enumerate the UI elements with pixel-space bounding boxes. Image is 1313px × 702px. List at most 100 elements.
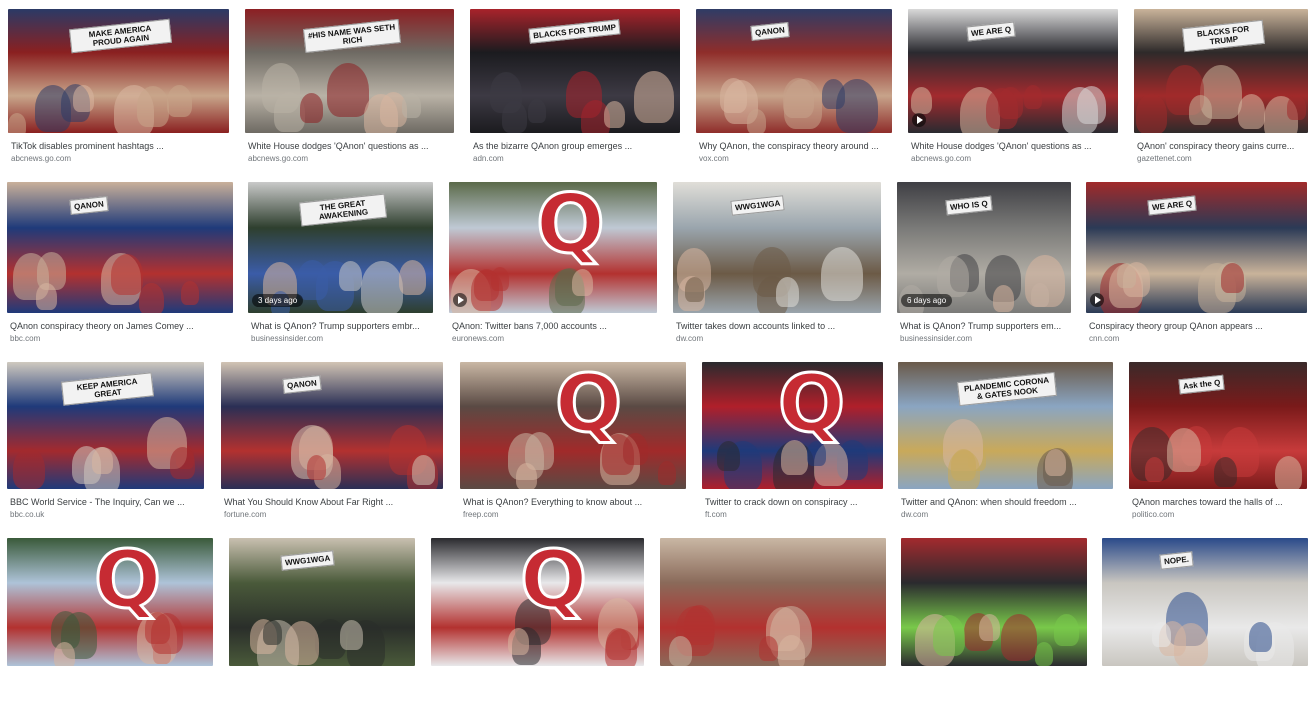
result-thumbnail[interactable]: WE ARE Q xyxy=(1086,182,1307,313)
image-result-tile[interactable]: WE ARE Q White House dodges 'QAnon' quest… xyxy=(908,9,1118,169)
image-result-tile[interactable]: NOPE. xyxy=(1102,538,1308,702)
result-title-link[interactable]: QAnon' conspiracy theory gains curre... xyxy=(1137,141,1307,151)
q-sign: Q xyxy=(518,538,588,626)
result-title-link[interactable]: Why QAnon, the conspiracy theory around … xyxy=(699,141,891,151)
image-result-tile[interactable]: WWG1WGA xyxy=(229,538,415,702)
crowd-shape xyxy=(566,71,602,119)
image-result-tile[interactable]: QANON QAnon conspiracy theory on James Co… xyxy=(7,182,233,349)
protest-sign: Ask the Q xyxy=(1178,374,1226,395)
image-result-tile[interactable]: KEEP AMERICA GREAT BBC World Service - Th… xyxy=(7,362,204,525)
q-sign: Q xyxy=(535,182,607,272)
result-title-link[interactable]: BBC World Service - The Inquiry, Can we … xyxy=(10,497,203,507)
result-title-link[interactable]: As the bizarre QAnon group emerges ... xyxy=(473,141,679,151)
result-thumbnail[interactable]: Ask the Q xyxy=(1129,362,1307,489)
result-thumbnail[interactable]: #HIS NAME WAS SETH RICH xyxy=(245,9,454,133)
result-thumbnail[interactable]: BLACKS FOR TRUMP xyxy=(470,9,680,133)
result-source-domain: adn.com xyxy=(473,154,504,163)
image-result-tile[interactable]: Q Twitter to crack down on conspiracy ...… xyxy=(702,362,883,525)
crowd-shape xyxy=(669,635,692,666)
result-thumbnail[interactable]: Q xyxy=(449,182,657,313)
result-source-domain: businessinsider.com xyxy=(900,334,973,343)
result-title-link[interactable]: White House dodges 'QAnon' questions as … xyxy=(248,141,453,151)
result-thumbnail[interactable]: Q xyxy=(702,362,883,489)
crowd-shape xyxy=(327,62,369,118)
image-result-tile[interactable]: THE GREAT AWAKENING 3 days ago What is QAn… xyxy=(248,182,433,349)
result-thumbnail[interactable]: WHO IS Q 6 days ago xyxy=(897,182,1071,313)
crowd-shape xyxy=(412,454,435,485)
result-title-link[interactable]: Conspiracy theory group QAnon appears ..… xyxy=(1089,321,1306,331)
result-thumbnail[interactable]: THE GREAT AWAKENING 3 days ago xyxy=(248,182,433,313)
result-thumbnail[interactable]: KEEP AMERICA GREAT xyxy=(7,362,204,489)
result-thumbnail[interactable]: WE ARE Q xyxy=(908,9,1118,133)
crowd-shape xyxy=(1221,262,1244,293)
result-thumbnail[interactable] xyxy=(901,538,1087,666)
result-thumbnail[interactable]: QANON xyxy=(7,182,233,313)
result-thumbnail[interactable]: WWG1WGA xyxy=(673,182,881,313)
result-thumbnail[interactable]: WWG1WGA xyxy=(229,538,415,666)
result-title-link[interactable]: Twitter to crack down on conspiracy ... xyxy=(705,497,882,507)
image-result-tile[interactable]: MAKE AMERICA PROUD AGAIN TikTok disables … xyxy=(8,9,229,169)
image-result-tile[interactable]: Q What is QAnon? Everything to know about… xyxy=(460,362,686,525)
result-source-domain: dw.com xyxy=(676,334,704,343)
result-title-link[interactable]: TikTok disables prominent hashtags ... xyxy=(11,141,228,151)
image-result-tile[interactable]: WHO IS Q 6 days ago What is QAnon? Trump s… xyxy=(897,182,1071,349)
crowd-shape xyxy=(821,246,863,302)
result-source-domain: freep.com xyxy=(463,510,499,519)
result-title-link[interactable]: Twitter takes down accounts linked to ..… xyxy=(676,321,880,331)
result-title-link[interactable]: What is QAnon? Trump supporters embr... xyxy=(251,321,432,331)
result-thumbnail[interactable]: Q xyxy=(7,538,213,666)
protest-sign: WWG1WGA xyxy=(280,550,335,571)
crowd-shape xyxy=(399,260,426,296)
protest-sign: NOPE. xyxy=(1159,551,1194,570)
result-title-link[interactable]: White House dodges 'QAnon' questions as … xyxy=(911,141,1117,151)
crowd-shape xyxy=(1035,642,1053,666)
crowd-shape xyxy=(13,447,45,489)
image-result-tile[interactable]: BLACKS FOR TRUMP QAnon' conspiracy theory… xyxy=(1134,9,1308,169)
result-title-link[interactable]: QAnon: Twitter bans 7,000 accounts ... xyxy=(452,321,656,331)
image-result-tile[interactable] xyxy=(901,538,1087,702)
result-title-link[interactable]: Twitter and QAnon: when should freedom .… xyxy=(901,497,1112,507)
image-result-tile[interactable]: Q QAnon: Twitter bans 7,000 accounts ... e… xyxy=(449,182,657,349)
crowd-shape xyxy=(364,93,398,133)
image-result-tile[interactable]: WWG1WGA Twitter takes down accounts linke… xyxy=(673,182,881,349)
image-result-tile[interactable]: #HIS NAME WAS SETH RICH White House dodge… xyxy=(245,9,454,169)
crowd-shape xyxy=(979,613,1000,642)
result-title-link[interactable]: What You Should Know About Far Right ... xyxy=(224,497,442,507)
result-thumbnail[interactable]: Q xyxy=(460,362,686,489)
result-title-link[interactable]: QAnon marches toward the halls of ... xyxy=(1132,497,1306,507)
protest-sign: BLACKS FOR TRUMP xyxy=(1181,19,1266,53)
protest-sign: PLANDEMIC CORONA & GATES NOOK xyxy=(957,371,1057,407)
crowd-shape xyxy=(1136,93,1167,133)
crowd-shape xyxy=(111,253,143,296)
crowd-shape xyxy=(784,79,822,129)
result-thumbnail[interactable]: Q xyxy=(431,538,644,666)
result-title-link[interactable]: QAnon conspiracy theory on James Comey .… xyxy=(10,321,232,331)
crowd-shape xyxy=(822,78,845,109)
image-result-tile[interactable]: Q xyxy=(431,538,644,702)
image-result-tile[interactable]: Q xyxy=(7,538,213,702)
image-result-tile[interactable]: BLACKS FOR TRUMP As the bizarre QAnon gro… xyxy=(470,9,680,169)
result-thumbnail[interactable]: NOPE. xyxy=(1102,538,1308,666)
result-thumbnail[interactable]: PLANDEMIC CORONA & GATES NOOK xyxy=(898,362,1113,489)
image-result-tile[interactable]: QANON What You Should Know About Far Righ… xyxy=(221,362,443,525)
crowd-shape xyxy=(759,636,778,661)
crowd-shape xyxy=(1152,622,1171,647)
result-thumbnail[interactable]: QANON xyxy=(221,362,443,489)
crowd-shape xyxy=(402,93,421,118)
crowd-shape xyxy=(1174,622,1208,666)
play-icon xyxy=(453,293,467,307)
image-result-tile[interactable]: WE ARE Q Conspiracy theory group QAnon ap… xyxy=(1086,182,1307,349)
result-thumbnail[interactable]: QANON xyxy=(696,9,892,133)
result-thumbnail[interactable]: BLACKS FOR TRUMP xyxy=(1134,9,1308,133)
result-thumbnail[interactable] xyxy=(660,538,886,666)
image-result-tile[interactable]: PLANDEMIC CORONA & GATES NOOK Twitter and… xyxy=(898,362,1113,525)
crowd-shape xyxy=(986,87,1018,130)
result-title-link[interactable]: What is QAnon? Everything to know about … xyxy=(463,497,685,507)
image-result-tile[interactable] xyxy=(660,538,886,702)
result-thumbnail[interactable]: MAKE AMERICA PROUD AGAIN xyxy=(8,9,229,133)
result-title-link[interactable]: What is QAnon? Trump supporters em... xyxy=(900,321,1070,331)
image-result-tile[interactable]: QANON Why QAnon, the conspiracy theory ar… xyxy=(696,9,892,169)
image-result-tile[interactable]: Ask the Q QAnon marches toward the halls … xyxy=(1129,362,1307,525)
crowd-shape xyxy=(54,641,75,666)
crowd-shape xyxy=(1117,263,1136,288)
